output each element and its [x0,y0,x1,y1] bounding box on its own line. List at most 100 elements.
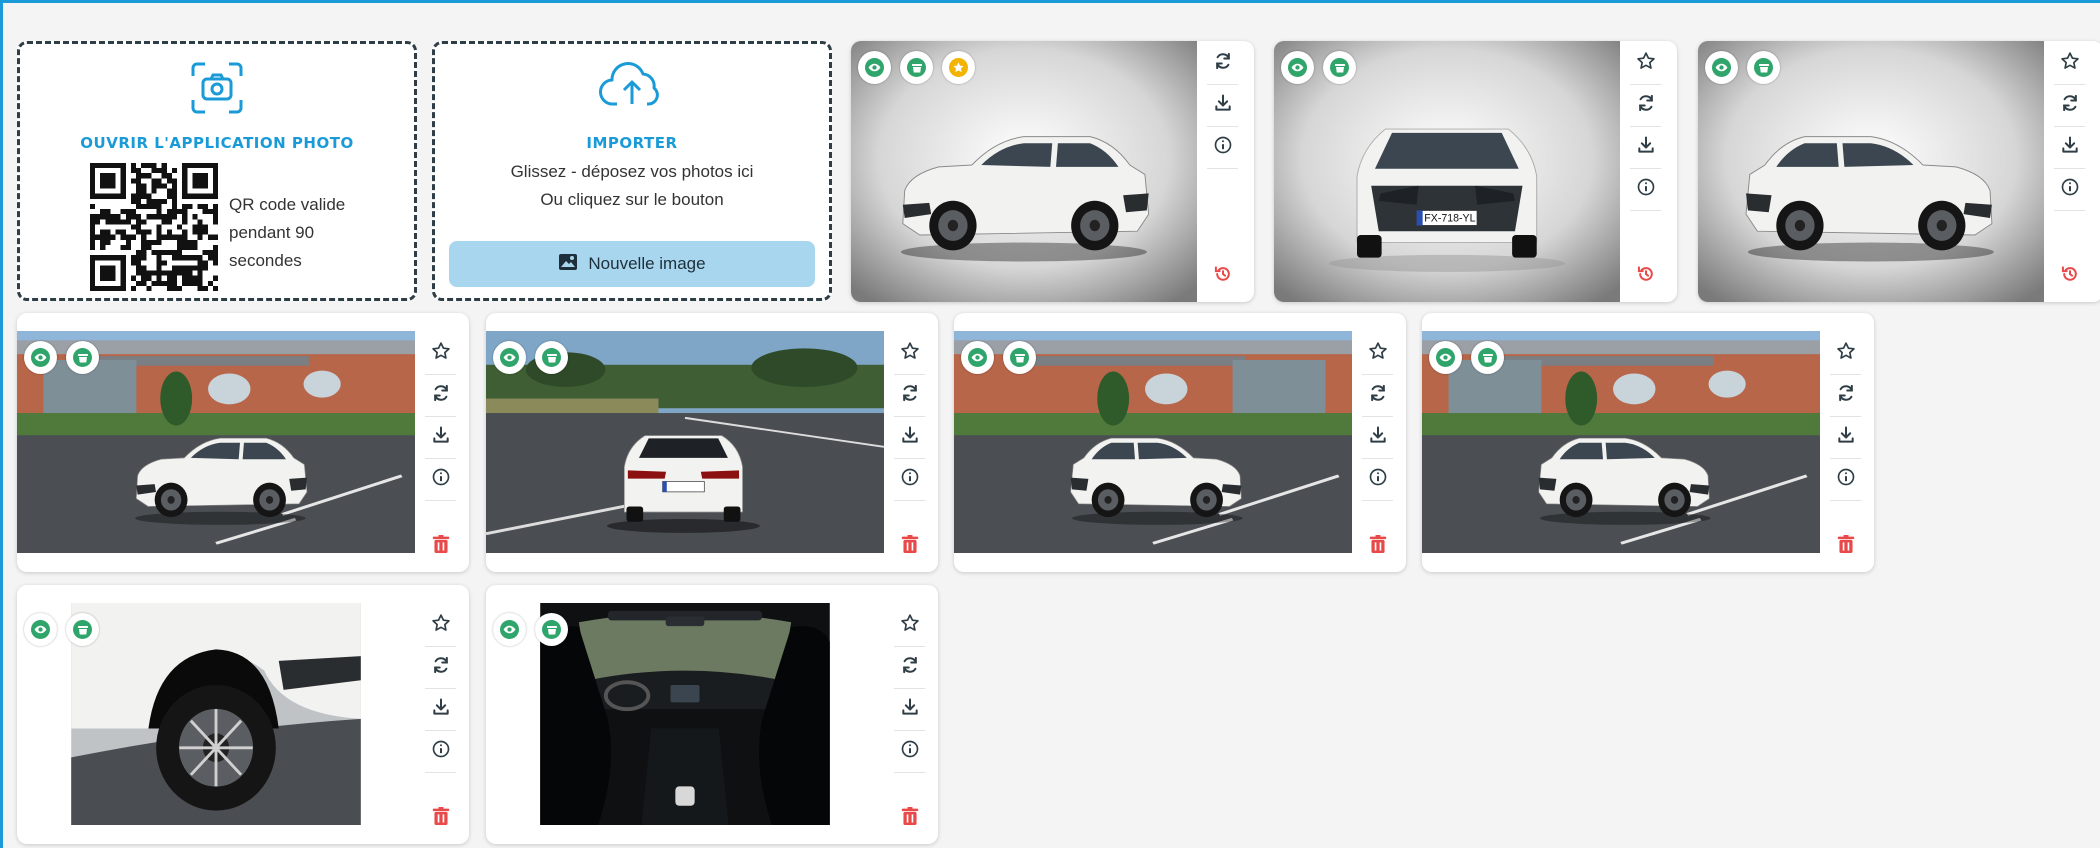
delete-button[interactable] [417,798,464,838]
photo-card[interactable] [486,313,938,572]
info-button[interactable] [886,459,933,499]
info-button[interactable] [417,731,464,771]
star-icon [431,613,451,638]
car [882,62,1166,281]
photo-badges [1705,51,1780,84]
info-icon [431,739,451,764]
download-button[interactable] [1199,85,1246,125]
download-icon [900,425,920,450]
eye-icon [968,348,987,367]
favorite-star-button[interactable] [886,605,933,645]
visibility-badge[interactable] [1281,51,1314,84]
restore-button[interactable] [2046,256,2093,296]
favorite-star-button[interactable] [2046,43,2093,83]
divider [894,500,925,501]
shop-badge[interactable] [900,51,933,84]
photo-card[interactable] [851,41,1254,302]
refresh-button[interactable] [1354,375,1401,415]
basket-icon [1330,58,1349,77]
qr-text-line: pendant 90 [229,223,315,242]
download-button[interactable] [1354,417,1401,457]
info-button[interactable] [1822,459,1869,499]
info-icon [1368,467,1388,492]
visibility-badge[interactable] [24,341,57,374]
basket-icon [1478,348,1497,367]
visibility-badge[interactable] [24,613,57,646]
divider [425,500,456,501]
eye-icon [500,620,519,639]
favorite-star-button[interactable] [886,333,933,373]
favorite-star-button[interactable] [1354,333,1401,373]
delete-button[interactable] [886,798,933,838]
photo-card[interactable] [17,313,469,572]
divider [1630,210,1661,211]
delete-button[interactable] [417,526,464,566]
delete-button[interactable] [886,526,933,566]
visibility-badge[interactable] [493,341,526,374]
shop-badge[interactable] [1471,341,1504,374]
download-icon [900,697,920,722]
restore-button[interactable] [1622,256,1669,296]
star-icon [900,341,920,366]
info-button[interactable] [886,731,933,771]
open-photo-app-title[interactable]: OUVRIR L'APPLICATION PHOTO [20,134,414,152]
favorite-star-button[interactable] [1622,43,1669,83]
visibility-badge[interactable] [858,51,891,84]
photo-card[interactable] [1422,313,1874,572]
refresh-button[interactable] [1822,375,1869,415]
visibility-badge[interactable] [961,341,994,374]
shop-badge[interactable] [1747,51,1780,84]
download-button[interactable] [886,689,933,729]
delete-button[interactable] [1354,526,1401,566]
photo-gallery: OUVRIR L'APPLICATION PHOTO QR code valid… [0,0,2100,848]
photo-card[interactable] [486,585,938,844]
open-photo-app-card[interactable]: OUVRIR L'APPLICATION PHOTO QR code valid… [17,41,417,301]
trash-icon [901,806,919,831]
shop-badge[interactable] [1323,51,1356,84]
photo-card[interactable] [954,313,1406,572]
download-button[interactable] [1822,417,1869,457]
refresh-button[interactable] [1199,43,1246,83]
photo-card[interactable] [1698,41,2100,302]
download-button[interactable] [417,689,464,729]
visibility-badge[interactable] [1429,341,1462,374]
delete-button[interactable] [1822,526,1869,566]
favorite-star-button[interactable] [1822,333,1869,373]
photo-actions [1622,41,1669,302]
shop-badge[interactable] [1003,341,1036,374]
info-button[interactable] [1199,127,1246,167]
info-button[interactable] [417,459,464,499]
download-button[interactable] [2046,127,2093,167]
info-icon [431,467,451,492]
info-button[interactable] [1622,169,1669,209]
refresh-button[interactable] [417,647,464,687]
favorite-star-button[interactable] [417,333,464,373]
download-button[interactable] [886,417,933,457]
refresh-icon [1368,383,1388,408]
favorite-star-button[interactable] [417,605,464,645]
restore-button[interactable] [1199,256,1246,296]
info-button[interactable] [1354,459,1401,499]
favorite-badge[interactable] [942,51,975,84]
refresh-button[interactable] [886,647,933,687]
visibility-badge[interactable] [1705,51,1738,84]
visibility-badge[interactable] [493,613,526,646]
import-card[interactable]: IMPORTER Glissez - déposez vos photos ic… [432,41,832,301]
photo-card[interactable]: FX-718-YL [1274,41,1677,302]
info-button[interactable] [2046,169,2093,209]
new-image-button[interactable]: Nouvelle image [449,241,815,287]
shop-badge[interactable] [535,613,568,646]
shop-badge[interactable] [66,613,99,646]
shop-badge[interactable] [535,341,568,374]
trash-icon [432,534,450,559]
refresh-icon [900,383,920,408]
refresh-button[interactable] [417,375,464,415]
download-button[interactable] [1622,127,1669,167]
refresh-button[interactable] [1622,85,1669,125]
photo-actions [886,313,933,572]
photo-card[interactable] [17,585,469,844]
refresh-button[interactable] [886,375,933,415]
shop-badge[interactable] [66,341,99,374]
download-button[interactable] [417,417,464,457]
refresh-button[interactable] [2046,85,2093,125]
